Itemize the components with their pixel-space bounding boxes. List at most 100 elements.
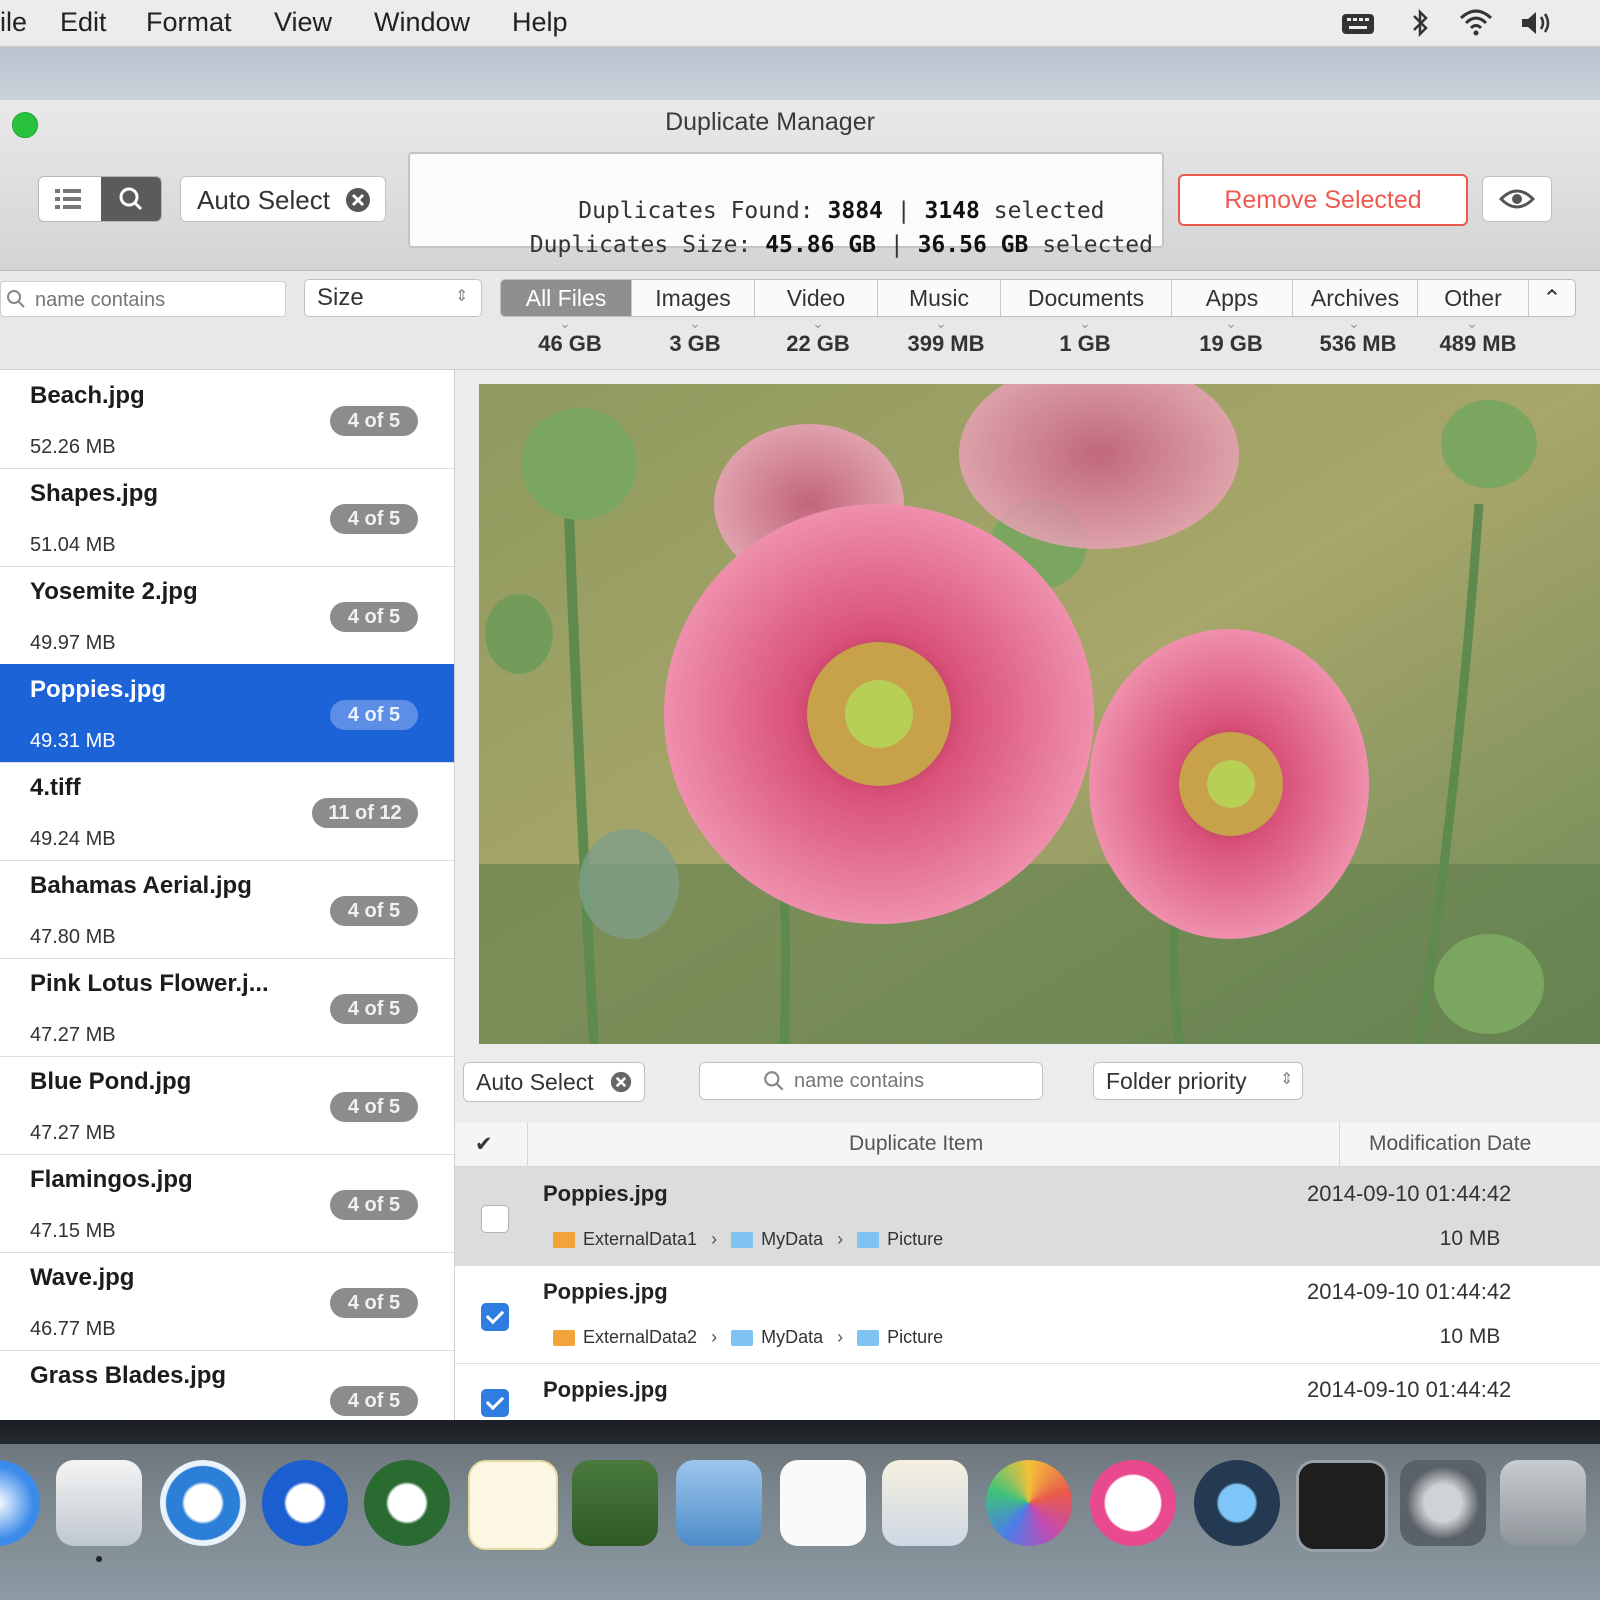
- mail-stamp-icon[interactable]: [676, 1460, 762, 1546]
- detail-auto-select-button[interactable]: Auto Select: [463, 1062, 645, 1102]
- eye-icon: [1498, 189, 1536, 209]
- size-separator: |: [889, 232, 904, 258]
- tab-documents[interactable]: Documents: [1001, 280, 1172, 316]
- file-row[interactable]: 4.tiff 49.24 MB 11 of 12: [0, 762, 454, 861]
- photo-viewer-icon[interactable]: [882, 1460, 968, 1546]
- date-column-header[interactable]: Modification Date: [1369, 1132, 1531, 1156]
- duplicate-count-badge: 4 of 5: [330, 602, 418, 632]
- detail-search-input[interactable]: [792, 1067, 1026, 1095]
- breadcrumb-item[interactable]: Picture: [887, 1327, 943, 1347]
- file-size: 52.26 MB: [30, 436, 116, 458]
- folder-icon: [857, 1330, 880, 1347]
- menu-edit[interactable]: Edit: [60, 7, 107, 38]
- menu-help[interactable]: Help: [512, 7, 568, 38]
- table-row[interactable]: Poppies.jpg 2014-09-10 01:44:42: [455, 1363, 1600, 1420]
- file-size: 47.27 MB: [30, 1024, 116, 1046]
- menu-format[interactable]: Format: [146, 7, 232, 38]
- file-name: Bahamas Aerial.jpg: [30, 872, 252, 899]
- volume-icon[interactable]: [1518, 6, 1554, 40]
- file-row[interactable]: Flamingos.jpg 47.15 MB 4 of 5: [0, 1154, 454, 1253]
- notes-icon[interactable]: [780, 1460, 866, 1546]
- textedit-icon[interactable]: [468, 1460, 558, 1550]
- tab-other[interactable]: Other: [1418, 280, 1529, 316]
- chevron-down-icon: ⌄: [1348, 315, 1360, 331]
- file-row[interactable]: Beach.jpg 52.26 MB 4 of 5: [0, 370, 454, 469]
- file-row-selected[interactable]: Poppies.jpg 49.31 MB 4 of 5: [0, 664, 454, 763]
- clear-icon[interactable]: [345, 187, 371, 213]
- size-total: 45.86 GB: [765, 232, 876, 258]
- file-size: 10 MB: [1439, 1227, 1501, 1250]
- bluetooth-icon[interactable]: [1402, 6, 1438, 40]
- sort-select[interactable]: Size ⇕: [304, 279, 482, 317]
- breadcrumb-item[interactable]: MyData: [761, 1327, 823, 1347]
- file-name: Beach.jpg: [30, 382, 145, 409]
- chevron-down-icon: ⌄: [1466, 315, 1478, 331]
- sync-blue-icon[interactable]: [262, 1460, 348, 1546]
- file-row[interactable]: Bahamas Aerial.jpg 47.80 MB 4 of 5: [0, 860, 454, 959]
- running-indicator: [96, 1556, 102, 1562]
- item-column-header[interactable]: Duplicate Item: [849, 1132, 983, 1156]
- detail-search-field[interactable]: [699, 1062, 1043, 1100]
- file-row[interactable]: Wave.jpg 46.77 MB 4 of 5: [0, 1252, 454, 1351]
- tab-video[interactable]: Video: [755, 280, 878, 316]
- check-column-header[interactable]: ✔: [475, 1132, 493, 1157]
- row-checkbox-checked[interactable]: [481, 1303, 509, 1331]
- tab-size-apps: 19 GB: [1199, 331, 1263, 356]
- menu-file[interactable]: ile: [0, 7, 27, 38]
- keyboard-icon[interactable]: [1340, 6, 1376, 40]
- quicktime-icon[interactable]: [1194, 1460, 1280, 1546]
- tab-all-files[interactable]: All Files: [501, 280, 632, 316]
- preview-icon[interactable]: [56, 1460, 142, 1546]
- chevron-down-icon: ⌄: [935, 315, 947, 331]
- file-row[interactable]: Shapes.jpg 51.04 MB 4 of 5: [0, 468, 454, 567]
- wifi-icon[interactable]: [1458, 6, 1494, 40]
- tab-size-other: 489 MB: [1439, 331, 1517, 356]
- menu-window[interactable]: Window: [374, 7, 470, 38]
- tab-size-music: 399 MB: [907, 331, 985, 356]
- detail-toolbar: Auto Select Folder priority ⇕: [455, 1044, 1600, 1122]
- trash-icon[interactable]: [1500, 1460, 1586, 1546]
- remove-selected-button[interactable]: Remove Selected: [1178, 174, 1468, 226]
- folder-priority-select[interactable]: Folder priority ⇕: [1093, 1062, 1303, 1100]
- file-size: 49.97 MB: [30, 632, 116, 654]
- collapse-tabs-button[interactable]: ⌃: [1529, 280, 1575, 316]
- file-row[interactable]: Pink Lotus Flower.j... 47.27 MB 4 of 5: [0, 958, 454, 1057]
- list-view-button[interactable]: [39, 177, 99, 221]
- file-row[interactable]: Grass Blades.jpg 4 of 5: [0, 1350, 454, 1420]
- tab-apps[interactable]: Apps: [1172, 280, 1293, 316]
- breadcrumb-item[interactable]: ExternalData2: [583, 1327, 697, 1347]
- chevron-up-icon: ⌃: [1542, 285, 1562, 311]
- file-name: Wave.jpg: [30, 1264, 135, 1291]
- vpn-icon[interactable]: [572, 1460, 658, 1546]
- tab-images[interactable]: Images: [632, 280, 755, 316]
- auto-select-button[interactable]: Auto Select: [180, 176, 386, 222]
- tab-music[interactable]: Music: [878, 280, 1001, 316]
- table-row[interactable]: Poppies.jpg ExternalData2 › MyData › Picture…: [455, 1265, 1600, 1364]
- duplicate-manager-window: Duplicate Manager Auto Select Duplicates…: [0, 100, 1600, 1420]
- preview-toggle-button[interactable]: [1482, 176, 1552, 222]
- table-row[interactable]: Poppies.jpg ExternalData1 › MyData › Picture…: [455, 1167, 1600, 1266]
- file-search-input[interactable]: [33, 286, 277, 314]
- row-checkbox[interactable]: [481, 1205, 509, 1233]
- tab-archives[interactable]: Archives: [1293, 280, 1418, 316]
- file-row[interactable]: Blue Pond.jpg 47.27 MB 4 of 5: [0, 1056, 454, 1155]
- file-row[interactable]: Yosemite 2.jpg 49.97 MB 4 of 5: [0, 566, 454, 665]
- menu-view[interactable]: View: [274, 7, 332, 38]
- clear-icon[interactable]: [610, 1071, 632, 1093]
- itunes-icon[interactable]: [1090, 1460, 1176, 1546]
- file-name: Shapes.jpg: [30, 480, 159, 507]
- row-checkbox-checked[interactable]: [481, 1389, 509, 1417]
- file-search-field[interactable]: [0, 281, 286, 317]
- sync-icon[interactable]: [160, 1460, 246, 1546]
- breadcrumb-item[interactable]: Picture: [887, 1229, 943, 1249]
- photos-icon[interactable]: [986, 1460, 1072, 1546]
- sync-green-icon[interactable]: [364, 1460, 450, 1546]
- column-divider: [527, 1122, 528, 1166]
- safari-icon[interactable]: [0, 1460, 40, 1546]
- breadcrumb-item[interactable]: ExternalData1: [583, 1229, 697, 1249]
- chevron-down-icon: ⌄: [1079, 315, 1091, 331]
- breadcrumb-item[interactable]: MyData: [761, 1229, 823, 1249]
- search-view-button[interactable]: [101, 177, 161, 221]
- system-preferences-icon[interactable]: [1400, 1460, 1486, 1546]
- terminal-icon[interactable]: [1296, 1460, 1388, 1552]
